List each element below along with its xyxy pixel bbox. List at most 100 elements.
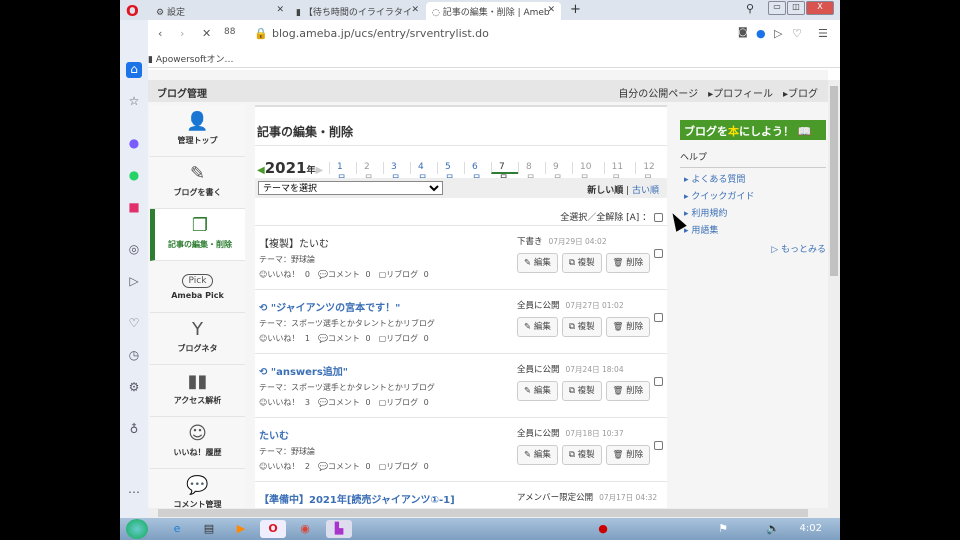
- nav-blog-neta[interactable]: Y ブログネタ: [150, 313, 245, 365]
- month-tab-selected[interactable]: 7月: [491, 162, 518, 185]
- edit-button[interactable]: ✎ 編集: [517, 445, 558, 465]
- month-tab[interactable]: 5月: [437, 162, 464, 185]
- book-banner[interactable]: ブログを本にしよう！ 📖: [680, 120, 826, 140]
- volume-icon[interactable]: 🔈: [760, 520, 786, 538]
- scroll-thumb[interactable]: [158, 509, 808, 517]
- nav-ameba-pick[interactable]: Pick Ameba Pick: [150, 261, 245, 313]
- select-all-checkbox[interactable]: [654, 213, 663, 222]
- nav-write[interactable]: ✎ ブログを書く: [150, 157, 245, 209]
- vpn-icon[interactable]: ●: [756, 27, 766, 40]
- prev-year-icon[interactable]: ◀: [257, 165, 265, 176]
- scroll-thumb[interactable]: [830, 86, 838, 276]
- nav-access[interactable]: ▮▮ アクセス解析: [150, 365, 245, 417]
- forward-icon[interactable]: ›: [180, 27, 184, 40]
- instagram-icon[interactable]: ■: [126, 200, 142, 216]
- help-link-label: クイックガイド: [691, 192, 755, 202]
- send-icon[interactable]: ▷: [126, 274, 142, 290]
- delete-button[interactable]: 🗑 削除: [605, 253, 651, 273]
- bookmark-item[interactable]: ▮ Apowersoftオン…: [148, 52, 234, 65]
- entry-checkbox[interactable]: [654, 441, 663, 450]
- opera-taskbar-icon[interactable]: O: [260, 520, 286, 538]
- minimize-button[interactable]: ▭: [768, 1, 786, 15]
- close-icon[interactable]: ✕: [411, 5, 419, 15]
- entry-title[interactable]: たいむ: [259, 427, 289, 442]
- theme-select[interactable]: テーマを選択: [258, 181, 443, 195]
- whatsapp-icon[interactable]: ●: [126, 168, 142, 184]
- stop-icon[interactable]: ✕: [202, 27, 211, 40]
- history-icon[interactable]: ◷: [126, 348, 142, 364]
- settings-icon[interactable]: ⚙: [126, 380, 142, 396]
- tray-icon[interactable]: ●: [590, 520, 616, 538]
- nav-edit-delete[interactable]: ❐ 記事の編集・削除: [150, 209, 245, 261]
- month-tab[interactable]: 6月: [464, 162, 491, 185]
- nav-admin-top[interactable]: 👤 管理トップ: [150, 105, 245, 157]
- star-icon[interactable]: ☆: [126, 94, 142, 110]
- tab-article[interactable]: ▮ 【待ち時間のイライラタイ ✕: [290, 2, 425, 20]
- edit-button[interactable]: ✎ 編集: [517, 381, 558, 401]
- speed-dial-icon[interactable]: 88: [224, 27, 235, 37]
- month-tab[interactable]: 2月: [356, 162, 383, 185]
- explorer-icon[interactable]: ▤: [196, 520, 222, 538]
- edit-button[interactable]: ✎ 編集: [517, 253, 558, 273]
- next-year-icon[interactable]: ▶: [315, 165, 323, 176]
- send-icon[interactable]: ▷: [774, 27, 782, 40]
- my-page-link[interactable]: 自分の公開ページ: [618, 89, 698, 100]
- chrome-icon[interactable]: ◉: [292, 520, 318, 538]
- heart-icon[interactable]: ♡: [126, 316, 142, 332]
- help-link[interactable]: ▸ よくある質問: [680, 172, 826, 185]
- more-link[interactable]: ▷ もっとみる: [680, 242, 826, 255]
- help-link[interactable]: ▸ クイックガイド: [680, 189, 826, 202]
- tips-icon[interactable]: ♁: [126, 422, 142, 438]
- ie-icon[interactable]: e: [164, 520, 190, 538]
- start-button[interactable]: [126, 519, 148, 539]
- month-tab[interactable]: 1月: [329, 162, 356, 185]
- messenger-icon[interactable]: ●: [126, 136, 142, 152]
- more-icon[interactable]: …: [126, 482, 142, 498]
- tray-icon[interactable]: ⚑: [710, 520, 736, 538]
- entry-title[interactable]: 【複製】たいむ: [259, 235, 329, 250]
- delete-button[interactable]: 🗑 削除: [605, 445, 651, 465]
- tab-settings[interactable]: ⚙ 設定 ✕: [150, 2, 290, 20]
- entry-checkbox[interactable]: [654, 377, 663, 386]
- delete-button[interactable]: 🗑 削除: [605, 317, 651, 337]
- entry-title[interactable]: 【準備中】2021年[読売ジャイアンツ①-1]: [259, 491, 455, 506]
- url-input[interactable]: blog.ameba.jp/ucs/entry/srventrylist.do: [272, 27, 489, 40]
- heart-icon[interactable]: ♡: [792, 27, 802, 40]
- vertical-scrollbar[interactable]: [828, 80, 840, 508]
- close-window-button[interactable]: X: [806, 1, 834, 15]
- entry-checkbox[interactable]: [654, 313, 663, 322]
- copy-button[interactable]: ⧉ 複製: [561, 381, 602, 401]
- sort-oldest[interactable]: 古い順: [632, 186, 659, 196]
- entry-title[interactable]: ⟲ "answers追加": [259, 363, 348, 378]
- maximize-button[interactable]: ◫: [787, 1, 805, 15]
- close-icon[interactable]: ✕: [276, 5, 284, 15]
- copy-button[interactable]: ⧉ 複製: [561, 253, 602, 273]
- month-tab[interactable]: 4月: [410, 162, 437, 185]
- month-tab[interactable]: 3月: [383, 162, 410, 185]
- new-tab-button[interactable]: +: [570, 2, 581, 17]
- player-icon[interactable]: ◎: [126, 242, 142, 258]
- entry-checkbox[interactable]: [654, 249, 663, 258]
- help-link[interactable]: ▸ 用語集: [680, 223, 826, 236]
- search-icon[interactable]: ⚲: [746, 2, 754, 15]
- blog-link[interactable]: ブログ: [788, 89, 818, 100]
- copy-button[interactable]: ⧉ 複製: [561, 445, 602, 465]
- sort-newest[interactable]: 新しい順: [587, 186, 623, 196]
- copy-button[interactable]: ⧉ 複製: [561, 317, 602, 337]
- menu-icon[interactable]: ☰: [818, 27, 828, 40]
- profile-link[interactable]: プロフィール: [713, 89, 773, 100]
- horizontal-scrollbar[interactable]: [148, 508, 840, 518]
- edit-button[interactable]: ✎ 編集: [517, 317, 558, 337]
- camera-icon[interactable]: ◙: [738, 27, 748, 38]
- close-icon[interactable]: ✕: [547, 5, 555, 15]
- back-icon[interactable]: ‹: [158, 27, 162, 40]
- app-icon[interactable]: ▙: [326, 520, 352, 538]
- nav-likes[interactable]: ☺ いいね！履歴: [150, 417, 245, 469]
- delete-button[interactable]: 🗑 削除: [605, 381, 651, 401]
- opera-logo-icon[interactable]: O: [126, 2, 139, 20]
- home-icon[interactable]: ⌂: [126, 62, 142, 78]
- help-link[interactable]: ▸ 利用規約: [680, 206, 826, 219]
- media-icon[interactable]: ▶: [228, 520, 254, 538]
- tab-active[interactable]: ◌ 記事の編集・削除 | Ameb ✕: [426, 2, 561, 20]
- entry-title[interactable]: ⟲ "ジャイアンツの宮本です！": [259, 299, 400, 314]
